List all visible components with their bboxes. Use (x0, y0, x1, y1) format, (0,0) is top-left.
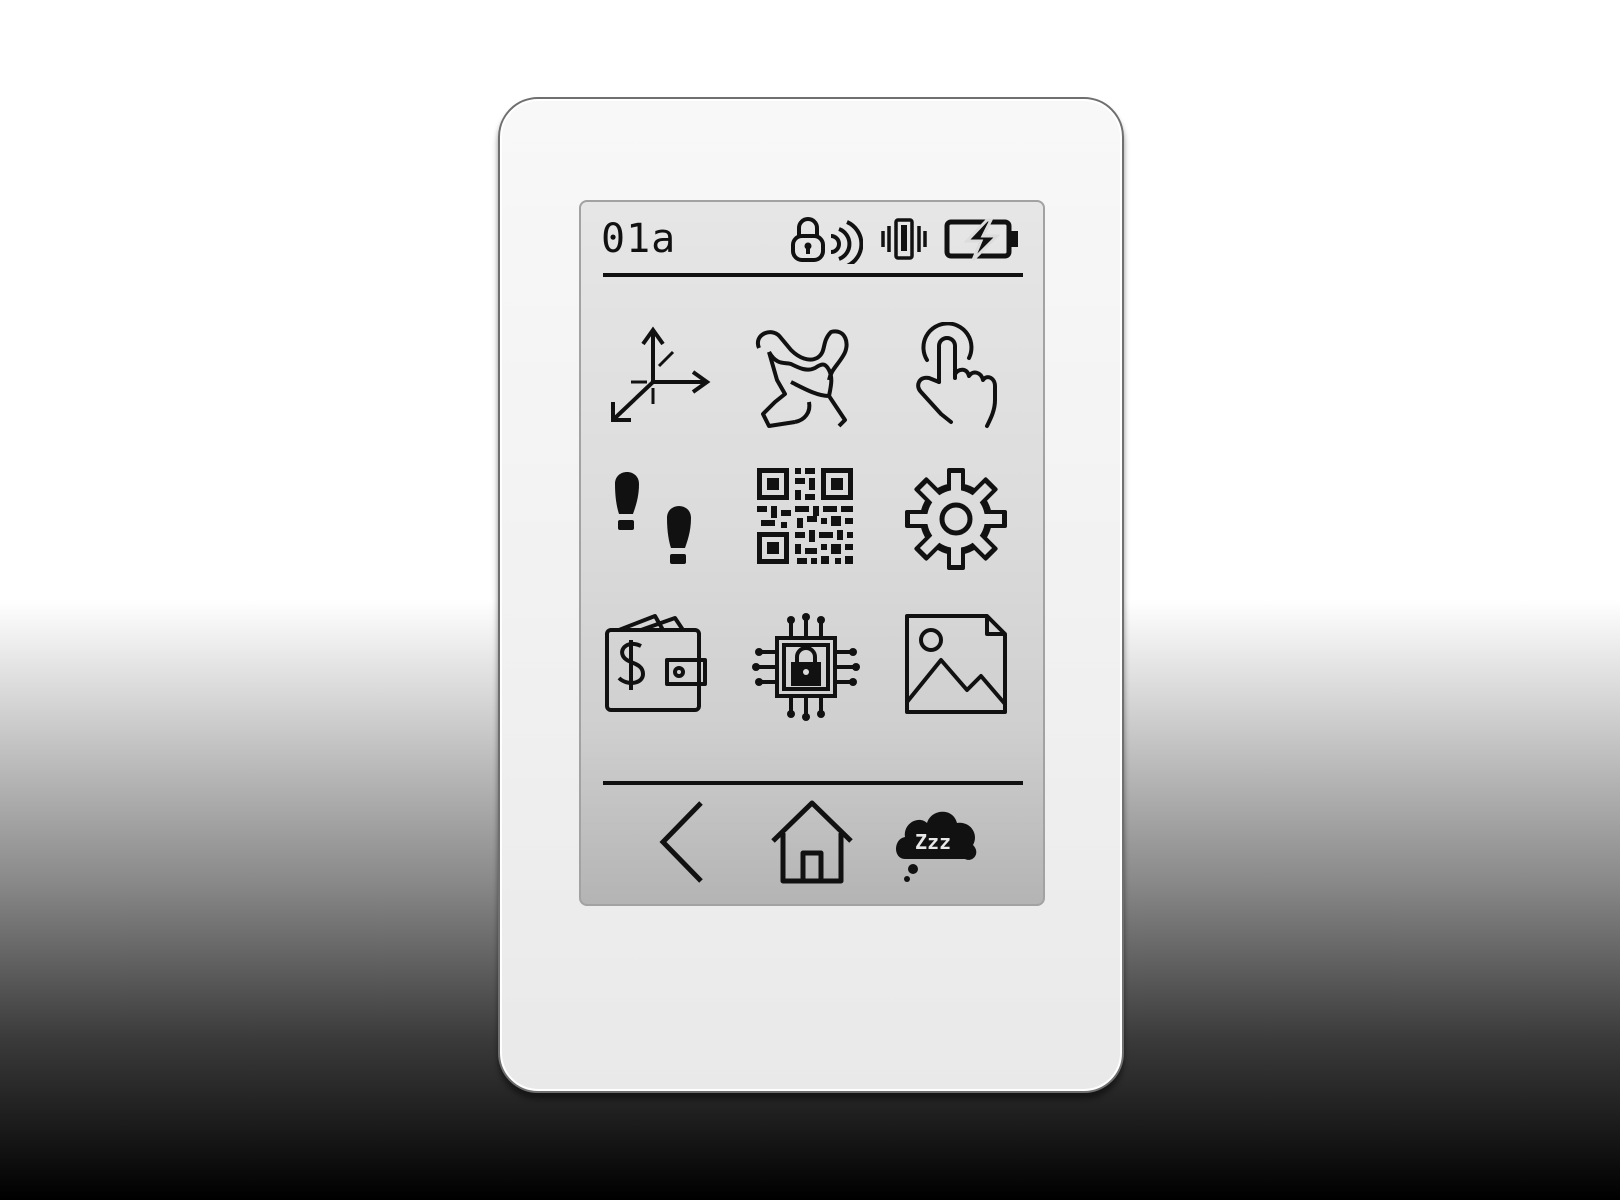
axes-icon (611, 326, 711, 422)
nav-divider (603, 781, 1023, 785)
back-icon (659, 801, 703, 883)
status-icons (787, 214, 1027, 264)
sleep-badge-text: Zzz (915, 830, 951, 854)
app-tile-path-trace[interactable] (751, 322, 861, 432)
secure-chip-icon (752, 613, 860, 721)
back-button[interactable] (641, 797, 731, 887)
app-tile-footsteps[interactable] (601, 464, 711, 574)
status-divider (603, 273, 1023, 277)
settings-gear-icon (905, 468, 1007, 570)
touch-gesture-icon (916, 322, 997, 428)
app-tile-secure-chip[interactable] (751, 612, 861, 722)
app-tile-settings[interactable] (901, 464, 1011, 574)
app-tile-qr-code[interactable] (751, 464, 861, 574)
battery-charging-icon (944, 218, 1018, 262)
qr-code-icon (757, 468, 853, 564)
image-icon (905, 614, 1007, 714)
app-tile-wallet[interactable] (601, 612, 711, 722)
vibrate-icon (881, 218, 927, 260)
eink-screen: 01a Zzz (579, 200, 1045, 906)
home-button[interactable] (767, 797, 857, 887)
app-tile-touch-gesture[interactable] (901, 322, 1011, 432)
wallet-icon (605, 614, 707, 712)
app-tile-image[interactable] (901, 612, 1011, 722)
sleep-icon: Zzz (896, 811, 977, 882)
sleep-button[interactable]: Zzz (891, 797, 981, 887)
app-tile-axes[interactable] (601, 322, 711, 432)
nfc-lock-icon (791, 217, 863, 264)
device-id-label: 01a (601, 216, 677, 262)
footsteps-icon (615, 472, 691, 564)
home-icon (771, 800, 853, 884)
path-trace-icon (755, 329, 849, 428)
